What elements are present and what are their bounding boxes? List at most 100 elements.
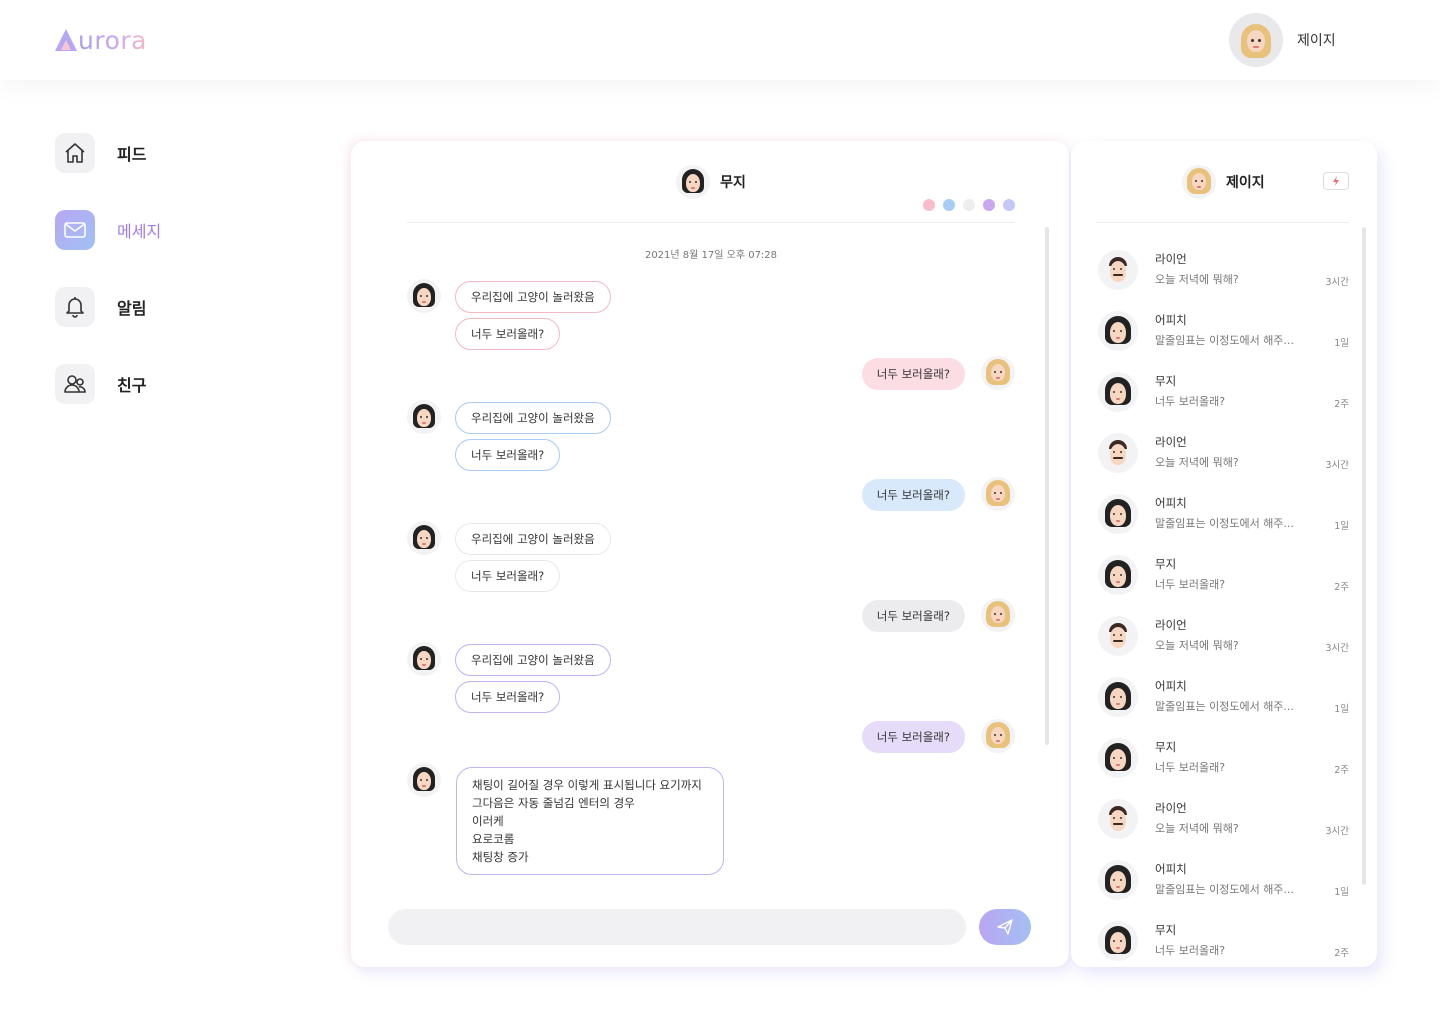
- outgoing-message: 너두 보러올래?: [861, 721, 965, 753]
- nav-label-messages: 메세지: [117, 222, 162, 241]
- user-avatar[interactable]: [1229, 13, 1283, 67]
- friend-list-item[interactable]: 라이언오늘 저녁에 뭐해? 3시간: [1096, 247, 1349, 293]
- blonde-woman-avatar-icon: [981, 719, 1015, 753]
- friend-time: 3시간: [1325, 460, 1349, 471]
- nav-item-messages[interactable]: 메세지: [55, 210, 161, 250]
- send-icon: [997, 919, 1013, 935]
- theme-dot-gray[interactable]: [963, 199, 975, 211]
- flash-button[interactable]: [1323, 172, 1349, 190]
- friend-list-item[interactable]: 라이언 오늘 저녁에 뭐해? 3시간: [1096, 430, 1349, 476]
- message-line: 채팅이 길어질 경우 이렇게 표시됩니다 요기까지: [472, 778, 702, 792]
- woman-avatar-icon: [407, 279, 441, 313]
- friend-last-message: 오늘 저녁에 뭐해?: [1155, 639, 1239, 652]
- user-profile[interactable]: 제이지: [1229, 13, 1336, 67]
- friend-time: 3시간: [1325, 277, 1349, 288]
- incoming-message: 너두 보러올래?: [455, 560, 561, 592]
- home-icon: [55, 133, 95, 173]
- friend-name: 무지: [1155, 740, 1177, 754]
- friend-time: 3시간: [1325, 826, 1349, 837]
- woman-avatar-icon: [1098, 372, 1138, 412]
- message-line: 이러케: [472, 814, 504, 828]
- user-avatar-small-icon: [1182, 165, 1216, 199]
- man-avatar-icon: [1098, 433, 1138, 473]
- friend-name: 무지: [1155, 923, 1177, 937]
- nav-item-friends[interactable]: 친구: [55, 364, 161, 404]
- friend-list-item[interactable]: 어피치 말줄임표는 이정도에서 해주... 1일: [1096, 308, 1349, 354]
- friend-list-item[interactable]: 무지 너두 보러올래? 2주: [1096, 918, 1349, 964]
- friend-list-item[interactable]: 어피치말줄임표는 이정도에서 해주... 1일: [1096, 674, 1349, 720]
- incoming-message: 우리집에 고양이 놀러왔음: [455, 402, 611, 434]
- theme-dot-pink[interactable]: [923, 199, 935, 211]
- friend-time: 1일: [1334, 704, 1349, 715]
- friend-last-message: 말줄임표는 이정도에서 해주...: [1155, 700, 1294, 713]
- friend-last-message: 말줄임표는 이정도에서 해주...: [1155, 334, 1294, 347]
- friend-last-message: 너두 보러올래?: [1155, 944, 1226, 957]
- woman-avatar-icon: [1098, 677, 1138, 717]
- incoming-message: 우리집에 고양이 놀러왔음: [455, 281, 611, 313]
- chat-scrollbar[interactable]: [1045, 227, 1049, 745]
- woman-avatar-icon: [1098, 921, 1138, 961]
- nav-item-notifications[interactable]: 알림: [55, 287, 161, 327]
- friend-last-message: 너두 보러올래?: [1155, 578, 1226, 591]
- sidebar-nav: 피드 메세지 알림 친구: [55, 133, 161, 441]
- incoming-message: 우리집에 고양이 놀러왔음: [455, 523, 611, 555]
- outgoing-message: 너두 보러올래?: [861, 600, 965, 632]
- nav-item-feed[interactable]: 피드: [55, 133, 161, 173]
- woman-avatar-icon: [1098, 860, 1138, 900]
- aurora-logo[interactable]: urora: [55, 24, 147, 56]
- friend-name: 어피치: [1155, 313, 1187, 327]
- send-button[interactable]: [979, 909, 1031, 945]
- woman-avatar-icon: [407, 521, 441, 555]
- friend-list-item[interactable]: 무지 너두 보러올래? 2주: [1096, 369, 1349, 415]
- nav-label-friends: 친구: [117, 376, 147, 395]
- friend-time: 2주: [1334, 582, 1349, 593]
- outgoing-message: 너두 보러올래?: [861, 358, 965, 390]
- friend-last-message: 오늘 저녁에 뭐해?: [1155, 822, 1239, 835]
- friends-panel: 제이지 라이언 오늘 저녁에 뭐해? 3시간 어피치 말줄임표는 이정도에서 해주...…: [1071, 141, 1377, 967]
- outgoing-message: 너두 보러올래?: [861, 479, 965, 511]
- message-area: 2021년 8월 17일 오후 07:28 우리집에 고양이 놀러왔음너두 보러…: [407, 223, 1015, 883]
- friend-list-item[interactable]: 라이언 오늘 저녁에 뭐해? 3시간: [1096, 613, 1349, 659]
- friend-list-item[interactable]: 어피치말줄임표는 이정도에서 해주... 1일: [1096, 857, 1349, 903]
- message-input[interactable]: [388, 909, 966, 945]
- friend-last-message: 너두 보러올래?: [1155, 761, 1226, 774]
- friend-name: 어피치: [1155, 862, 1187, 876]
- chat-header: 무지: [407, 141, 1015, 223]
- blonde-woman-avatar-icon: [981, 356, 1015, 390]
- friend-list-item[interactable]: 라이언 오늘 저녁에 뭐해? 3시간: [1096, 796, 1349, 842]
- message-line: 채팅창 증가: [472, 850, 529, 864]
- theme-dots: [915, 199, 1015, 211]
- user-name: 제이지: [1297, 33, 1336, 49]
- man-avatar-icon: [1098, 250, 1138, 290]
- friend-last-message: 말줄임표는 이정도에서 해주...: [1155, 883, 1294, 896]
- friend-name: 어피치: [1155, 679, 1187, 693]
- friends-owner-name: 제이지: [1226, 175, 1265, 191]
- bell-icon: [55, 287, 95, 327]
- friend-list-item[interactable]: 어피치 말줄임표는 이정도에서 해주... 1일: [1096, 491, 1349, 537]
- friend-time: 1일: [1334, 887, 1349, 898]
- chat-panel: 무지 2021년 8월 17일 오후 07:28 우리집에 고양이 놀러왔음너두…: [351, 141, 1069, 967]
- woman-avatar-icon: [1098, 738, 1138, 778]
- blonde-woman-avatar-icon: [981, 477, 1015, 511]
- theme-dot-lavender[interactable]: [1003, 199, 1015, 211]
- friend-last-message: 너두 보러올래?: [1155, 395, 1226, 408]
- woman-avatar-icon: [1098, 555, 1138, 595]
- friend-name: 무지: [1155, 374, 1177, 388]
- friend-name: 라이언: [1155, 252, 1187, 266]
- blonde-woman-avatar-icon: [1237, 21, 1275, 59]
- friend-list-item[interactable]: 무지너두 보러올래? 2주: [1096, 552, 1349, 598]
- friends-title: 제이지: [1182, 165, 1265, 199]
- incoming-message: 너두 보러올래?: [455, 681, 561, 713]
- woman-avatar-icon: [407, 763, 441, 797]
- theme-dot-purple[interactable]: [983, 199, 995, 211]
- friend-list-item[interactable]: 무지 너두 보러올래? 2주: [1096, 735, 1349, 781]
- friend-name: 어피치: [1155, 496, 1187, 510]
- date-divider: 2021년 8월 17일 오후 07:28: [644, 250, 778, 261]
- nav-label-feed: 피드: [117, 145, 147, 164]
- theme-dot-blue[interactable]: [943, 199, 955, 211]
- mail-icon: [55, 210, 95, 250]
- friend-name: 무지: [1155, 557, 1177, 571]
- friends-scrollbar[interactable]: [1362, 227, 1366, 885]
- friend-last-message: 오늘 저녁에 뭐해?: [1155, 273, 1239, 286]
- woman-avatar-icon: [407, 400, 441, 434]
